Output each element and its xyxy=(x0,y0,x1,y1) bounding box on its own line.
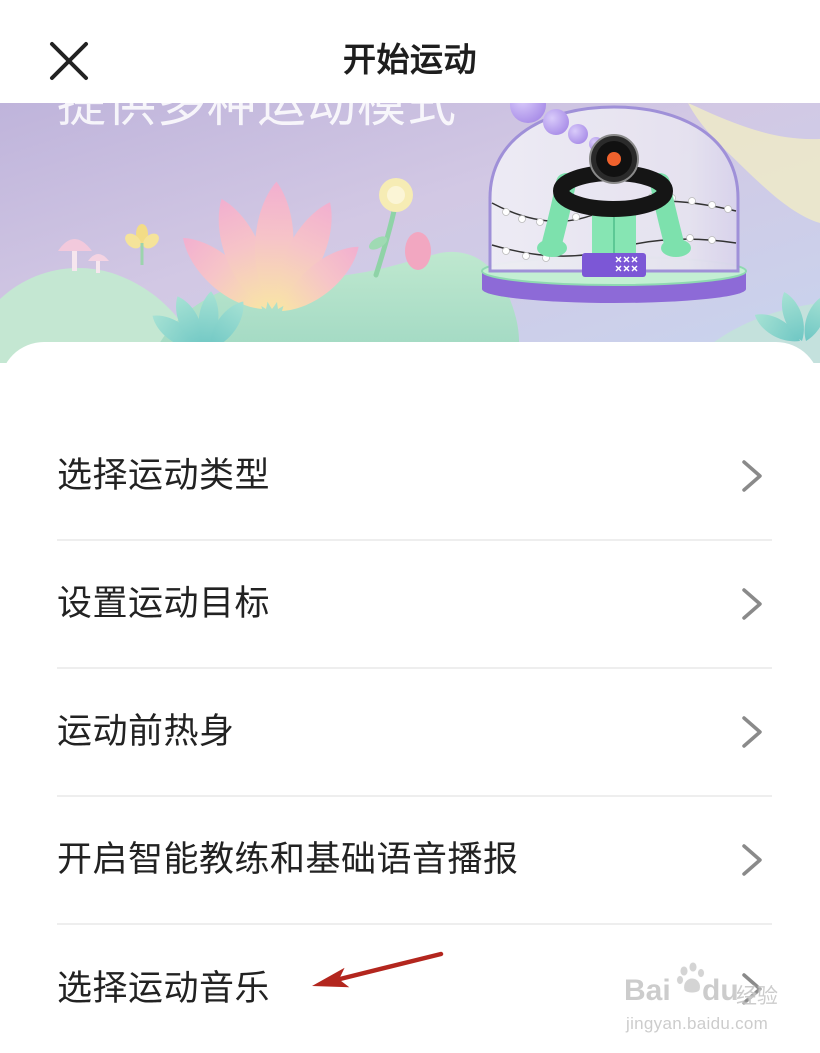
menu-item-set-goal[interactable]: 设置运动目标 xyxy=(57,541,772,669)
chevron-right-icon xyxy=(742,460,762,492)
chevron-right-icon xyxy=(742,716,762,748)
top-bar: 开始运动 xyxy=(0,0,820,103)
menu-item-sport-type[interactable]: 选择运动类型 xyxy=(57,413,772,541)
menu-item-label: 设置运动目标 xyxy=(57,584,271,624)
pink-blob xyxy=(405,232,431,270)
chevron-right-icon xyxy=(742,844,762,876)
run-icon xyxy=(607,152,621,166)
page-title: 开始运动 xyxy=(343,40,477,79)
options-list: 选择运动类型 设置运动目标 运动前热身 开启智能教练和基础语音播报 选择运动音乐 xyxy=(57,413,772,1053)
banner-slogan: 提供多种运动模式 xyxy=(57,103,457,133)
menu-item-warm-up[interactable]: 运动前热身 xyxy=(57,669,772,797)
menu-item-label: 选择运动音乐 xyxy=(57,969,271,1009)
banner: 提供多种运动模式 xyxy=(0,103,820,363)
banner-illustration: 提供多种运动模式 xyxy=(0,103,820,363)
menu-item-label: 运动前热身 xyxy=(57,712,235,752)
menu-item-label: 开启智能教练和基础语音播报 xyxy=(57,840,519,880)
menu-item-sport-music[interactable]: 选择运动音乐 xyxy=(57,925,772,1053)
menu-item-label: 选择运动类型 xyxy=(57,456,271,496)
menu-item-smart-coach[interactable]: 开启智能教练和基础语音播报 xyxy=(57,797,772,925)
options-card: 选择运动类型 设置运动目标 运动前热身 开启智能教练和基础语音播报 选择运动音乐 xyxy=(0,342,820,1053)
chevron-right-icon xyxy=(742,588,762,620)
chevron-right-icon xyxy=(742,973,762,1005)
